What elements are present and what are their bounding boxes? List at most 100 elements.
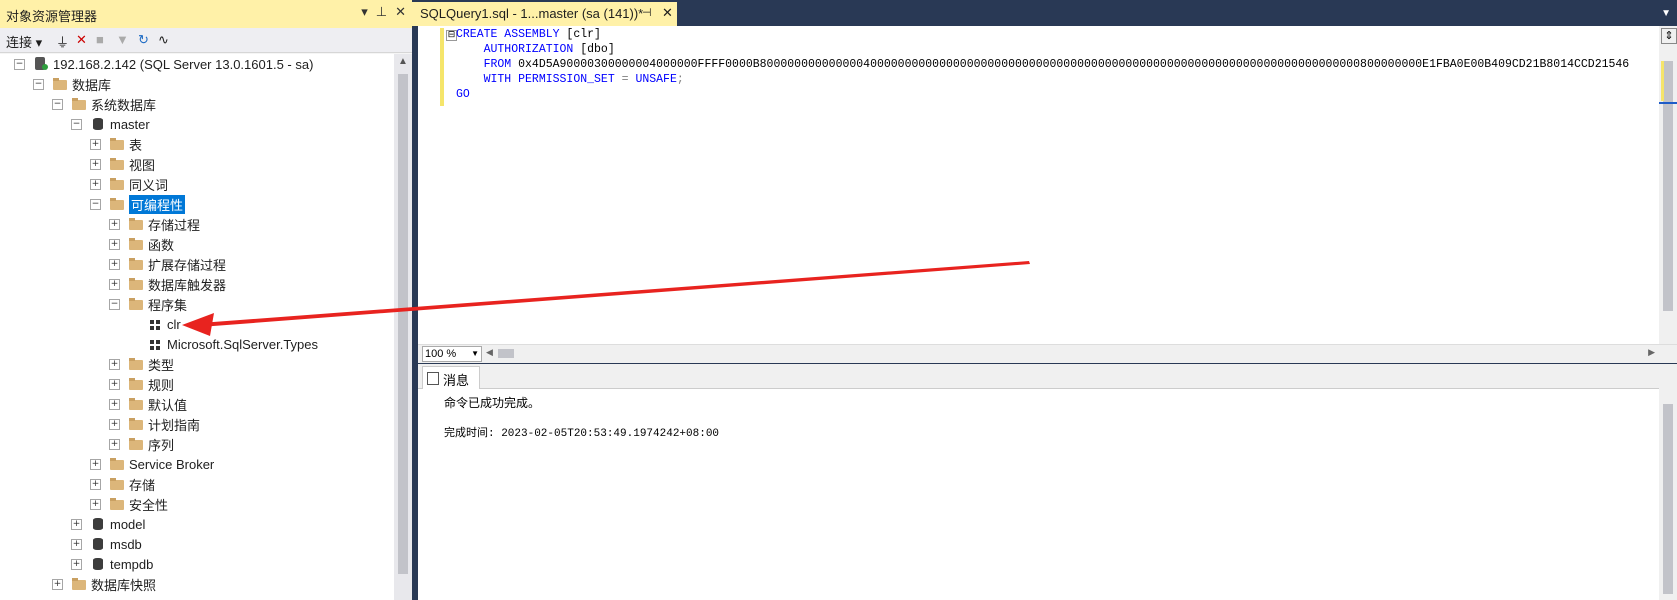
tree-node-label: 扩展存储过程 bbox=[148, 257, 227, 273]
folder-icon bbox=[109, 177, 125, 191]
expand-icon[interactable]: + bbox=[90, 158, 101, 170]
expand-icon[interactable]: + bbox=[90, 178, 101, 190]
zoom-value: 100 % bbox=[425, 348, 457, 360]
results-scrollbar[interactable] bbox=[1659, 388, 1677, 600]
scrollbar-thumb[interactable] bbox=[1663, 404, 1673, 594]
tree-node[interactable]: clr bbox=[128, 314, 181, 334]
scrollbar-thumb[interactable] bbox=[398, 74, 408, 574]
tree-node[interactable]: + 同义词 bbox=[90, 174, 168, 194]
expand-icon[interactable]: + bbox=[90, 498, 101, 510]
collapse-icon[interactable]: − bbox=[71, 118, 82, 130]
expand-icon[interactable]: + bbox=[109, 278, 120, 290]
expand-icon[interactable]: + bbox=[109, 358, 120, 370]
expand-icon[interactable]: + bbox=[71, 518, 82, 530]
tree-node[interactable]: + Service Broker bbox=[90, 454, 214, 474]
connect-icon[interactable]: ⏚ bbox=[56, 32, 69, 51]
expand-icon[interactable]: + bbox=[52, 578, 63, 590]
tree-node[interactable]: + 函数 bbox=[109, 234, 174, 254]
dropdown-icon[interactable]: ▾ bbox=[361, 4, 368, 20]
activity-monitor-icon[interactable]: ∿ bbox=[158, 32, 169, 48]
tree-node[interactable]: + 安全性 bbox=[90, 494, 168, 514]
tree-node[interactable]: + 数据库触发器 bbox=[109, 274, 226, 294]
scroll-right-icon[interactable]: ▶ bbox=[1648, 347, 1655, 358]
tree-node[interactable]: + 数据库快照 bbox=[52, 574, 156, 594]
expand-icon[interactable]: + bbox=[90, 478, 101, 490]
expand-icon[interactable]: + bbox=[109, 418, 120, 430]
filter-icon: ▼ bbox=[116, 32, 129, 47]
tab-sqlquery1[interactable]: SQLQuery1.sql - 1...master (sa (141))* ⊣… bbox=[412, 2, 677, 26]
horizontal-scroll-thumb[interactable] bbox=[498, 349, 514, 358]
tree-node[interactable]: − 系统数据库 bbox=[52, 94, 156, 114]
tree-node[interactable]: + 序列 bbox=[109, 434, 174, 454]
tree-node[interactable]: Microsoft.SqlServer.Types bbox=[128, 334, 318, 354]
tree-node[interactable]: − 192.168.2.142 (SQL Server 13.0.1601.5 -… bbox=[14, 54, 313, 74]
code-line: GO bbox=[456, 88, 470, 101]
collapse-icon[interactable]: − bbox=[33, 78, 44, 90]
tree-node[interactable]: + tempdb bbox=[71, 554, 153, 574]
zoom-select[interactable]: 100 % ▼ bbox=[422, 346, 482, 362]
close-tab-icon[interactable]: ✕ bbox=[662, 5, 673, 21]
editor-scrollbar[interactable]: ⇕ bbox=[1659, 26, 1677, 344]
query-editor[interactable]: ⊟ CREATE ASSEMBLY [clr] AUTHORIZATION [d… bbox=[418, 26, 1677, 344]
expand-icon[interactable]: + bbox=[109, 238, 120, 250]
tree-node[interactable]: + model bbox=[71, 514, 145, 534]
expand-icon[interactable]: + bbox=[90, 138, 101, 150]
folder-icon bbox=[128, 237, 144, 251]
object-explorer-titlebar: 对象资源管理器 ▾ ⊥ ✕ bbox=[0, 0, 412, 29]
collapse-icon[interactable]: − bbox=[90, 198, 101, 210]
scroll-up-icon[interactable]: ▲ bbox=[398, 56, 408, 67]
tree-node[interactable]: + 存储 bbox=[90, 474, 155, 494]
tree-node[interactable]: + 规则 bbox=[109, 374, 174, 394]
results-tab-strip: 消息 bbox=[418, 364, 1677, 389]
tree-scrollbar[interactable]: ▲ bbox=[394, 54, 412, 600]
expand-icon[interactable]: + bbox=[109, 258, 120, 270]
code-operator: = bbox=[614, 73, 636, 86]
tree-node-label: 规则 bbox=[148, 377, 175, 393]
tab-overflow-icon[interactable]: ▼ bbox=[1661, 8, 1671, 19]
expand-icon[interactable]: + bbox=[109, 218, 120, 230]
expand-icon[interactable]: + bbox=[71, 558, 82, 570]
tree-node[interactable]: + msdb bbox=[71, 534, 142, 554]
expand-icon[interactable]: + bbox=[109, 378, 120, 390]
tree-node[interactable]: − 数据库 bbox=[33, 74, 111, 94]
expand-icon[interactable]: + bbox=[90, 458, 101, 470]
results-pane: 消息 命令已成功完成。 完成时间: 2023-02-05T20:53:49.19… bbox=[418, 364, 1677, 600]
scrollbar-thumb[interactable] bbox=[1663, 61, 1673, 311]
tree-node[interactable]: + 扩展存储过程 bbox=[109, 254, 226, 274]
disconnect-icon[interactable]: ✕ bbox=[76, 32, 87, 48]
collapse-icon[interactable]: − bbox=[109, 298, 120, 310]
completion-time: 完成时间: 2023-02-05T20:53:49.1974242+08:00 bbox=[444, 428, 720, 440]
assembly-icon bbox=[147, 317, 163, 331]
tree-node-label: Microsoft.SqlServer.Types bbox=[167, 336, 318, 352]
tree-node[interactable]: + 存储过程 bbox=[109, 214, 200, 234]
scroll-left-icon[interactable]: ◀ bbox=[486, 347, 493, 358]
collapse-icon[interactable]: − bbox=[52, 98, 63, 110]
expand-icon[interactable]: + bbox=[109, 398, 120, 410]
change-marker bbox=[1661, 61, 1664, 101]
pin-tab-icon[interactable]: ⊣ bbox=[642, 6, 652, 19]
tree-node-label: 安全性 bbox=[129, 497, 169, 513]
close-icon[interactable]: ✕ bbox=[395, 4, 406, 20]
folder-icon bbox=[109, 157, 125, 171]
tree-node[interactable]: − master bbox=[71, 114, 150, 134]
tree-node[interactable]: + 默认值 bbox=[109, 394, 187, 414]
refresh-icon[interactable]: ↻ bbox=[138, 32, 149, 48]
tree-node-label: 表 bbox=[129, 137, 143, 153]
collapse-icon[interactable]: − bbox=[14, 58, 25, 70]
folder-icon bbox=[109, 497, 125, 511]
split-editor-icon[interactable]: ⇕ bbox=[1661, 28, 1677, 44]
folder-icon bbox=[128, 257, 144, 271]
tab-messages-label: 消息 bbox=[443, 373, 470, 388]
tab-messages[interactable]: 消息 bbox=[422, 366, 480, 389]
expand-icon[interactable]: + bbox=[109, 438, 120, 450]
tree-node[interactable]: + 表 bbox=[90, 134, 142, 154]
expand-icon[interactable]: + bbox=[71, 538, 82, 550]
tree-node[interactable]: − 可编程性 bbox=[90, 193, 187, 215]
tree-node[interactable]: + 视图 bbox=[90, 154, 155, 174]
tree-node[interactable]: + 计划指南 bbox=[109, 414, 200, 434]
tree-node[interactable]: − 程序集 bbox=[109, 294, 187, 314]
object-explorer-toolbar: 连接 ▾ ⏚ ✕ ■ ▼ ↻ ∿ bbox=[0, 28, 412, 53]
pin-icon[interactable]: ⊥ bbox=[376, 4, 387, 20]
connect-button[interactable]: 连接 ▾ bbox=[6, 32, 42, 51]
tree-node[interactable]: + 类型 bbox=[109, 354, 174, 374]
